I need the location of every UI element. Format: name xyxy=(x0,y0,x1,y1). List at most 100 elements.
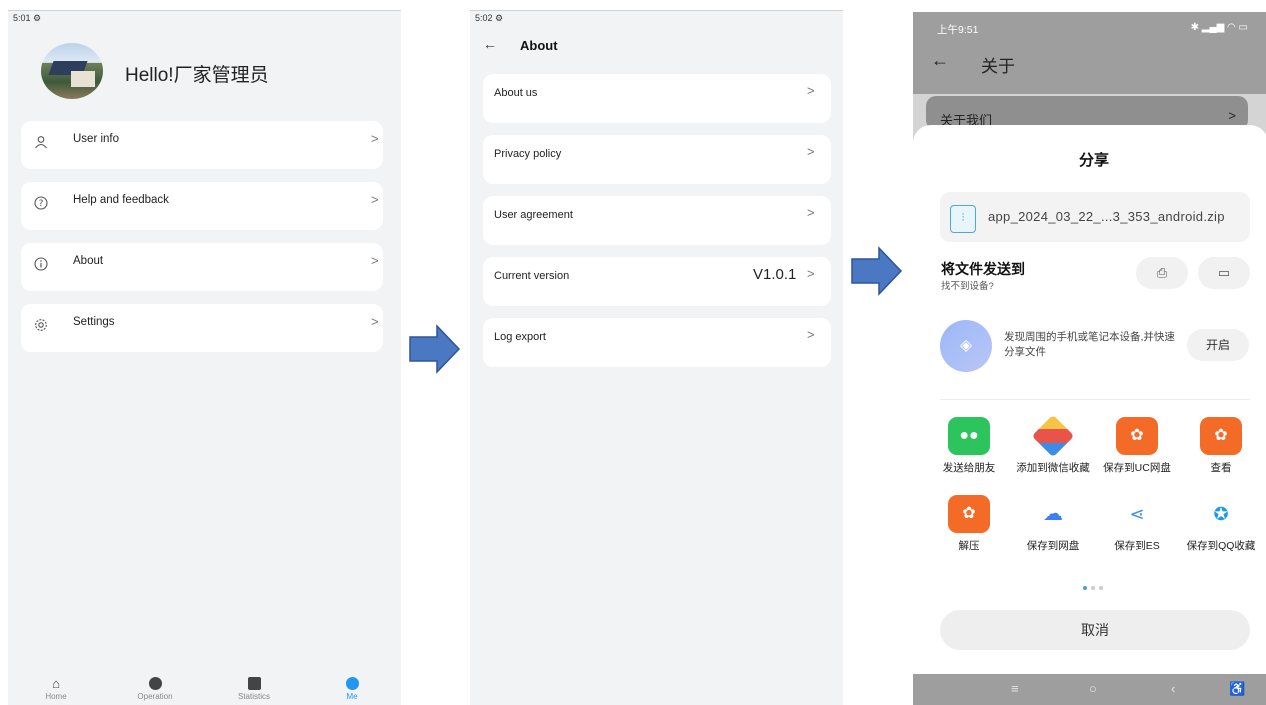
svg-text:?: ? xyxy=(39,199,44,209)
app-label: 保存到UC网盘 xyxy=(1103,462,1171,474)
header: ← 关于 xyxy=(913,44,1266,94)
app-label: 查看 xyxy=(1210,462,1232,474)
nav-home[interactable]: ⌂ Home xyxy=(26,677,86,701)
page-title: About xyxy=(520,38,558,53)
version-value: V1.0.1 xyxy=(753,266,797,283)
cancel-button[interactable]: 取消 xyxy=(940,610,1250,650)
chevron-right-icon: > xyxy=(371,131,379,146)
home-icon: ⌂ xyxy=(52,676,60,691)
chevron-right-icon: > xyxy=(807,205,815,220)
page-dot xyxy=(1083,586,1087,590)
accessibility-icon[interactable]: ♿ xyxy=(1229,681,1245,697)
status-time: 5:02 xyxy=(475,13,493,23)
uc-unzip-icon: ✿ xyxy=(948,495,990,533)
bottom-nav: ⌂ Home Operation Statistics Me xyxy=(8,675,401,705)
share-app-baidu[interactable]: ☁ 保存到网盘 xyxy=(1011,495,1095,553)
page-dot xyxy=(1099,586,1103,590)
share-app-es[interactable]: ⋖ 保存到ES xyxy=(1095,495,1179,553)
chevron-right-icon: > xyxy=(807,327,815,342)
chevron-right-icon: > xyxy=(807,83,815,98)
page-title: 关于 xyxy=(981,57,1015,76)
greeting: Hello!厂家管理员 xyxy=(125,65,269,86)
info-icon xyxy=(34,257,48,271)
share-app-uc-cloud[interactable]: ✿ 保存到UC网盘 xyxy=(1095,417,1179,475)
menu-item-label: Help and feedback xyxy=(73,194,169,206)
wechat-icon: ●● xyxy=(948,417,990,455)
nav-statistics[interactable]: Statistics xyxy=(224,677,284,701)
nav-label: Home xyxy=(45,692,67,701)
home-circle-icon[interactable]: ○ xyxy=(1089,681,1097,696)
about-item-about-us[interactable]: About us > xyxy=(483,74,831,123)
app-label: 发送给朋友 xyxy=(942,462,996,474)
chevron-right-icon: > xyxy=(371,253,379,268)
menu-item-about[interactable]: About > xyxy=(21,243,383,291)
menu-item-settings[interactable]: Settings > xyxy=(21,304,383,352)
no-device-link[interactable]: 找不到设备? xyxy=(941,278,994,292)
about-item-agreement[interactable]: User agreement > xyxy=(483,196,831,245)
share-app-uc-view[interactable]: ✿ 查看 xyxy=(1179,417,1263,475)
uc-view-icon: ✿ xyxy=(1200,417,1242,455)
share-app-wechat[interactable]: ●● 发送给朋友 xyxy=(927,417,1011,475)
chevron-right-icon: > xyxy=(371,192,379,207)
uc-icon: ✿ xyxy=(1116,417,1158,455)
item-label: User agreement xyxy=(494,209,573,221)
menu-item-label: User info xyxy=(73,133,120,145)
app-label: 解压 xyxy=(958,540,980,552)
menu-item-label: Settings xyxy=(73,316,115,328)
item-label: Privacy policy xyxy=(494,148,562,160)
settings-status-icon: ⚙ xyxy=(33,13,42,23)
status-time: 5:01 xyxy=(13,13,31,23)
about-screen: 5:02 ⚙ ← About About us > Privacy policy… xyxy=(470,10,843,705)
chevron-right-icon: > xyxy=(1228,108,1236,123)
menu-item-help[interactable]: ? Help and feedback > xyxy=(21,182,383,230)
flow-arrow-icon xyxy=(409,324,461,374)
settings-status-icon: ⚙ xyxy=(495,13,504,23)
printer-button[interactable]: ⎙ xyxy=(1136,257,1188,289)
about-item-version[interactable]: Current version V1.0.1 > xyxy=(483,257,831,306)
help-icon: ? xyxy=(34,196,48,210)
about-item-log-export[interactable]: Log export > xyxy=(483,318,831,367)
chevron-right-icon: > xyxy=(807,144,815,159)
share-sheet: 分享 ⫶ app_2024_03_22_...3_353_android.zip… xyxy=(913,125,1266,675)
back-icon[interactable]: ‹ xyxy=(1171,681,1175,696)
item-label: Log export xyxy=(494,331,546,343)
item-label: Current version xyxy=(494,270,570,282)
back-arrow-icon[interactable]: ← xyxy=(931,50,949,71)
signal-battery-icon: ✱ ▂▄▆ ◠ ▭ xyxy=(1190,22,1248,33)
menu-icon[interactable]: ≡ xyxy=(1011,681,1019,696)
nav-operation[interactable]: Operation xyxy=(125,677,185,701)
nav-me[interactable]: Me xyxy=(322,677,382,701)
app-label: 保存到网盘 xyxy=(1026,540,1080,552)
es-share-icon: ⋖ xyxy=(1116,495,1158,533)
discover-text: 发现周围的手机或笔记本设备,并快速分享文件 xyxy=(1004,331,1175,358)
nav-label: Me xyxy=(346,692,358,701)
app-label: 保存到QQ收藏 xyxy=(1186,540,1256,552)
avatar[interactable] xyxy=(41,43,103,99)
page-dot xyxy=(1091,586,1095,590)
menu-item-label: About xyxy=(73,255,104,267)
app-label: 保存到ES xyxy=(1114,540,1160,552)
monitor-icon: ▭ xyxy=(1217,265,1231,280)
back-arrow-icon[interactable]: ← xyxy=(483,36,497,52)
status-bar: 5:01 ⚙ xyxy=(13,13,41,24)
bar-chart-icon xyxy=(247,677,261,690)
enable-button[interactable]: 开启 xyxy=(1187,329,1249,361)
file-name: app_2024_03_22_...3_353_android.zip xyxy=(988,209,1225,224)
chevron-right-icon: > xyxy=(807,266,815,281)
about-item-privacy[interactable]: Privacy policy > xyxy=(483,135,831,184)
status-bar: 上午9:51 ✱ ▂▄▆ ◠ ▭ xyxy=(913,12,1266,44)
menu-item-user-info[interactable]: User info > xyxy=(21,121,383,169)
monitor-button[interactable]: ▭ xyxy=(1198,257,1250,289)
status-bar: 5:02 ⚙ xyxy=(475,13,503,24)
share-app-qq-fav[interactable]: ✪ 保存到QQ收藏 xyxy=(1179,495,1263,553)
send-to-heading: 将文件发送到 xyxy=(941,261,1025,277)
user-icon xyxy=(34,135,48,149)
status-time: 上午9:51 xyxy=(937,24,979,36)
baidu-cloud-icon: ☁ xyxy=(1032,495,1074,533)
share-app-wechat-fav[interactable]: 添加到微信收藏 xyxy=(1011,414,1095,475)
system-nav-bar: ≡ ○ ‹ ♿ xyxy=(913,674,1266,705)
share-screen: 上午9:51 ✱ ▂▄▆ ◠ ▭ ← 关于 关于我们 > 分享 ⫶ app_20… xyxy=(913,12,1266,705)
share-app-unzip[interactable]: ✿ 解压 xyxy=(927,495,1011,553)
qq-fav-icon: ✪ xyxy=(1200,495,1242,533)
app-label: 添加到微信收藏 xyxy=(1016,462,1090,474)
